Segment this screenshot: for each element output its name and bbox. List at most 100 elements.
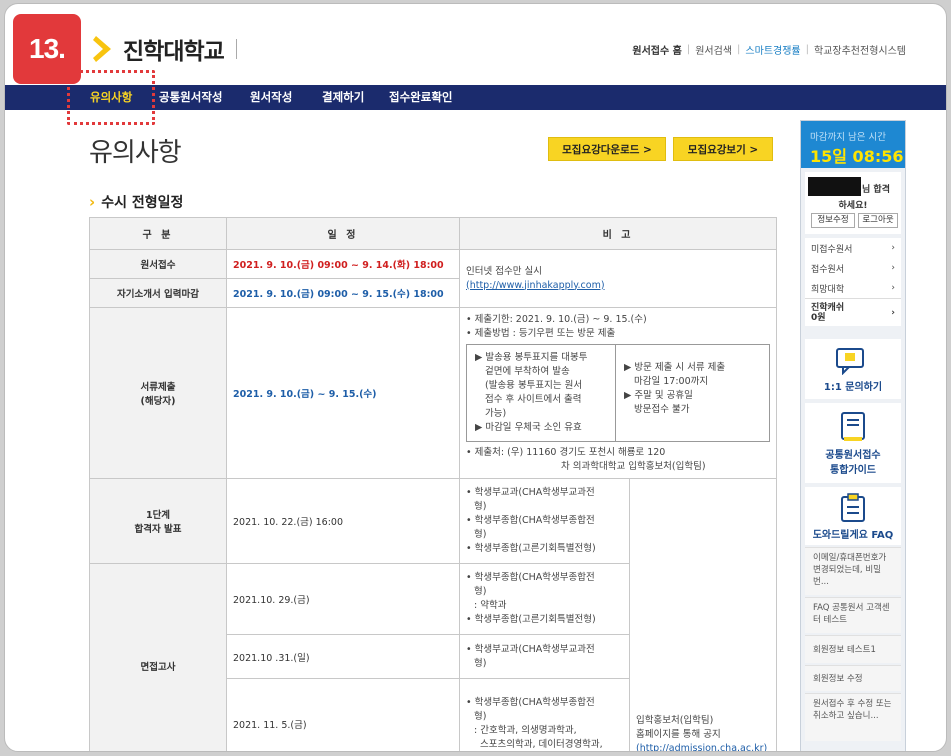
guide-label: 통합가이드 — [830, 465, 876, 476]
row-label: 자기소개서 입력마감 — [89, 278, 227, 308]
side-menu: 미접수원서 › 접수원서 › 희망대학 › 진학캐쉬 0원 › — [805, 238, 901, 326]
deadline-timer: 마감까지 남은 시간 15일 08:56 — [801, 121, 905, 168]
faq-item[interactable]: 이메일/휴대폰번호가 변경되었는데, 비밀번... — [805, 547, 901, 595]
announce-line: 홈페이지를 통해 공지 — [636, 729, 721, 740]
logo-text: 진학대학교 — [123, 39, 225, 65]
view-guide-button[interactable]: 모집요강보기 > — [673, 137, 773, 161]
row-label-line: 서류제출 — [140, 382, 176, 393]
note-line: : 간호학과, 의생명과학과, — [474, 724, 577, 736]
row-date: 2021.10. 29.(금) — [226, 563, 460, 635]
chevron-right-icon: › — [891, 283, 895, 293]
docs-method-box: ▶ 발송용 봉투표지를 대봉투 겉면에 부착하여 발송 (발송용 봉투표지는 원… — [466, 343, 771, 442]
side-item-submitted[interactable]: 접수원서 › — [805, 258, 901, 278]
row-date: 2021. 9. 10.(금) 09:00 ~ 9. 14.(화) 18:00 — [226, 249, 460, 279]
row-label: 원서접수 — [89, 249, 227, 279]
note-line: 겉면에 부착하여 발송 — [485, 365, 570, 377]
note-line: 마감일 17:00까지 — [634, 375, 709, 387]
note-line: : 약학과 — [474, 600, 507, 611]
row-label: 1단계 합격자 발표 — [89, 478, 227, 564]
side-item-unsubmitted[interactable]: 미접수원서 › — [805, 238, 901, 258]
row-date: 2021. 9. 10.(금) 09:00 ~ 9. 15.(수) 18:00 — [226, 278, 460, 308]
greeting-line2: 하세요! — [838, 201, 868, 211]
mail-method: ▶ 발송용 봉투표지를 대봉투 겉면에 부착하여 발송 (발송용 봉투표지는 원… — [467, 345, 615, 441]
right-sidebar: 마감까지 남은 시간 15일 08:56 님 합격 하세요! 정보수정 로그아웃… — [800, 120, 906, 751]
book-icon — [841, 412, 865, 441]
side-item-cash[interactable]: 진학캐쉬 0원 › — [805, 298, 901, 326]
greeting: 님 합격 — [862, 185, 890, 195]
nav-common-form[interactable]: 공통원서작성 — [159, 85, 222, 110]
note-line: 가능) — [485, 407, 507, 419]
browser-window: 13. 진학대학교 원서접수 홈 | 원서검색 | 스마트경쟁률 | 학교장추천전형시… — [4, 3, 947, 752]
header-remarks: 비 고 — [458, 217, 778, 250]
note-line: 형) — [474, 657, 487, 669]
university-logo[interactable]: 진학대학교 — [93, 32, 237, 66]
row-label: 서류제출 (해당자) — [89, 307, 227, 479]
chevron-right-icon: › — [891, 243, 895, 253]
download-guide-button[interactable]: 모집요강다운로드 > — [548, 137, 666, 161]
note-line: • 학생부종합(CHA학생부종합전 — [466, 696, 595, 708]
admission-link[interactable]: (http://admission.cha.ac.kr) — [636, 743, 767, 751]
link-smart-rate[interactable]: 스마트경쟁률 — [745, 42, 800, 57]
note-line: 형) — [474, 529, 487, 540]
table-row: 서류제출 (해당자) 2021. 9. 10.(금) ~ 9. 15.(수) •… — [89, 307, 778, 479]
logout-button[interactable]: 로그아웃 — [858, 213, 898, 228]
header-schedule: 일 정 — [226, 217, 460, 250]
online-note: 인터넷 접수만 실시 — [466, 265, 542, 277]
deadline-label: 마감까지 남은 시간 — [810, 132, 886, 143]
note-line: • 학생부교과(CHA학생부교과전 — [466, 643, 595, 655]
note-line: 형) — [474, 710, 487, 722]
chevron-right-icon: › — [891, 307, 895, 318]
schedule-table: 구 분 일 정 비 고 원서접수 2021. 9. 10.(금) 09:00 ~… — [89, 217, 778, 751]
redacted-username — [808, 177, 861, 196]
section-title: › 수시 전형일정 — [89, 192, 183, 212]
header-category: 구 분 — [89, 217, 227, 250]
side-item-wish[interactable]: 희망대학 › — [805, 278, 901, 298]
guide-card[interactable]: 공통원서접수 통합가이드 — [805, 403, 901, 483]
logo-divider — [235, 39, 237, 59]
clipboard-icon — [841, 493, 865, 522]
jinhakapply-link[interactable]: (http://www.jinhakapply.com) — [466, 280, 605, 291]
chevron-right-icon: › — [89, 193, 96, 211]
nav-payment[interactable]: 결제하기 — [322, 85, 364, 110]
stage1-note-cell: • 학생부교과(CHA학생부교과전 형) • 학생부종합(CHA학생부종합전 형… — [459, 478, 630, 564]
note-line: ▶ 주말 및 공휴일 — [624, 389, 693, 401]
faq-item[interactable]: 회원정보 수정 — [805, 665, 901, 691]
link-principal-system[interactable]: 학교장추천전형시스템 — [814, 42, 906, 57]
link-search[interactable]: 원서검색 — [695, 42, 732, 57]
note-line: • 학생부종합(CHA학생부종합전 — [466, 515, 595, 526]
docs-note-cell: • 제출기한: 2021. 9. 10.(금) ~ 9. 15.(수) • 제출… — [458, 307, 778, 479]
faq-card[interactable]: 도와드릴게요 FAQ — [805, 487, 901, 545]
faq-item[interactable]: 회원정보 테스트1 — [805, 635, 901, 663]
faq-item[interactable]: FAQ 공통원서 고객센터 테스트 — [805, 597, 901, 633]
row-label: 면접고사 — [89, 563, 227, 751]
note-line: • 학생부종합(고른기회특별전형) — [466, 614, 596, 625]
row-date: 2021. 11. 5.(금) — [226, 678, 460, 751]
docs-address: 차 의과학대학교 입학홍보처(입학팀) — [561, 460, 706, 472]
docs-note: • 제출기한: 2021. 9. 10.(금) ~ 9. 15.(수) — [466, 313, 647, 325]
docs-address: • 제출처: (우) 11160 경기도 포천시 해룡로 120 — [466, 446, 666, 458]
nav-write-form[interactable]: 원서작성 — [250, 85, 292, 110]
edit-info-button[interactable]: 정보수정 — [811, 213, 855, 228]
table-row: 원서접수 2021. 9. 10.(금) 09:00 ~ 9. 14.(화) 1… — [89, 249, 778, 308]
note-line: 스포츠의학과, 데이터경영학과, — [480, 738, 603, 750]
row-date: 2021. 9. 10.(금) ~ 9. 15.(수) — [226, 307, 460, 479]
online-note-cell: 인터넷 접수만 실시 (http://www.jinhakapply.com) — [458, 249, 778, 308]
section-title-text: 수시 전형일정 — [101, 195, 184, 211]
page-title: 유의사항 — [89, 138, 182, 168]
side-item-label: 미접수원서 — [811, 244, 853, 255]
inquiry-card[interactable]: 1:1 문의하기 — [805, 339, 901, 399]
note-line: 형) — [474, 586, 487, 597]
docs-note: • 제출방법 : 등기우편 또는 방문 제출 — [466, 327, 616, 339]
announce-cell: 입학홍보처(입학팀) 홈페이지를 통해 공지 (http://admission… — [628, 478, 778, 751]
deadline-value: 15일 08:56 — [810, 147, 904, 166]
interview-note-cell: • 학생부교과(CHA학생부교과전 형) — [459, 634, 630, 679]
table-header-row: 구 분 일 정 비 고 — [89, 217, 778, 250]
faq-item[interactable]: 원서접수 후 수정 또는 취소하고 싶습니... — [805, 693, 901, 741]
row-date: 2021.10 .31.(일) — [226, 634, 460, 679]
link-apply-home[interactable]: 원서접수 홈 — [632, 42, 681, 57]
note-line: • 학생부종합(고른기회특별전형) — [466, 543, 596, 554]
chevron-right-icon: › — [891, 263, 895, 273]
cash-label: 진학캐쉬 — [811, 302, 845, 313]
announce-line: 입학홍보처(입학팀) — [636, 715, 714, 726]
nav-complete-check[interactable]: 접수완료확인 — [389, 85, 452, 110]
